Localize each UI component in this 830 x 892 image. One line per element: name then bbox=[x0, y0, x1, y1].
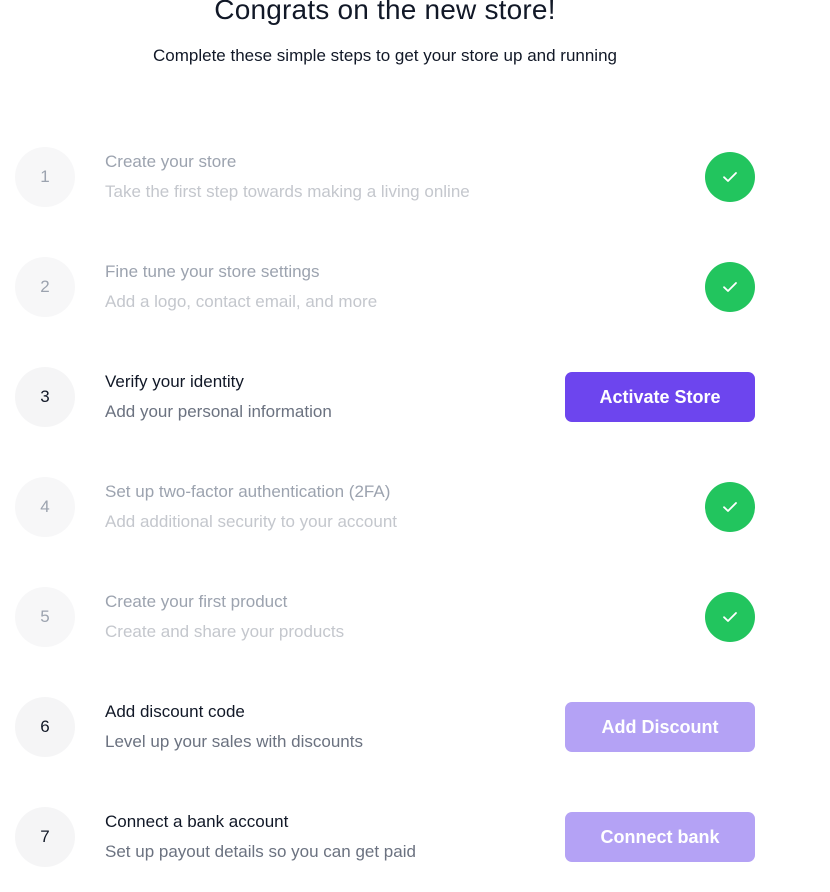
step-text: Create your store Take the first step to… bbox=[105, 150, 470, 202]
step-description: Add your personal information bbox=[105, 402, 332, 421]
step-text: Fine tune your store settings Add a logo… bbox=[105, 260, 377, 312]
check-icon bbox=[705, 482, 755, 532]
check-icon bbox=[705, 262, 755, 312]
step-title: Create your first product bbox=[105, 592, 288, 611]
step-store-settings: 2 Fine tune your store settings Add a lo… bbox=[0, 232, 830, 342]
step-title: Verify your identity bbox=[105, 372, 244, 391]
check-icon bbox=[705, 592, 755, 642]
step-bank-account: 7 Connect a bank account Set up payout d… bbox=[0, 782, 830, 892]
step-text: Connect a bank account Set up payout det… bbox=[105, 810, 416, 862]
step-title: Fine tune your store settings bbox=[105, 262, 320, 281]
step-first-product: 5 Create your first product Create and s… bbox=[0, 562, 830, 672]
step-create-store: 1 Create your store Take the first step … bbox=[0, 122, 830, 232]
step-discount-code: 6 Add discount code Level up your sales … bbox=[0, 672, 830, 782]
step-number-badge: 4 bbox=[15, 477, 75, 537]
page-title: Congrats on the new store! bbox=[214, 0, 556, 25]
step-number-badge: 1 bbox=[15, 147, 75, 207]
step-title: Connect a bank account bbox=[105, 812, 289, 831]
step-text: Set up two-factor authentication (2FA) A… bbox=[105, 480, 397, 532]
step-verify-identity: 3 Verify your identity Add your personal… bbox=[0, 342, 830, 452]
step-two-factor-auth: 4 Set up two-factor authentication (2FA)… bbox=[0, 452, 830, 562]
step-text: Create your first product Create and sha… bbox=[105, 590, 344, 642]
step-description: Set up payout details so you can get pai… bbox=[105, 842, 416, 861]
step-description: Add additional security to your account bbox=[105, 512, 398, 531]
step-description: Create and share your products bbox=[105, 622, 345, 641]
step-number-badge: 6 bbox=[15, 697, 75, 757]
step-text: Add discount code Level up your sales wi… bbox=[105, 700, 363, 752]
step-number-badge: 2 bbox=[15, 257, 75, 317]
step-number-badge: 3 bbox=[15, 367, 75, 427]
check-icon bbox=[705, 152, 755, 202]
step-description: Take the first step towards making a liv… bbox=[105, 182, 470, 201]
connect-bank-button[interactable]: Connect bank bbox=[565, 812, 755, 862]
step-text: Verify your identity Add your personal i… bbox=[105, 370, 332, 422]
step-number-badge: 7 bbox=[15, 807, 75, 867]
step-title: Add discount code bbox=[105, 702, 245, 721]
step-title: Create your store bbox=[105, 152, 237, 171]
step-number-badge: 5 bbox=[15, 587, 75, 647]
step-title: Set up two-factor authentication (2FA) bbox=[105, 482, 391, 501]
step-description: Level up your sales with discounts bbox=[105, 732, 363, 751]
add-discount-button[interactable]: Add Discount bbox=[565, 702, 755, 752]
page-subtitle: Complete these simple steps to get your … bbox=[153, 46, 617, 65]
activate-store-button[interactable]: Activate Store bbox=[565, 372, 755, 422]
step-description: Add a logo, contact email, and more bbox=[105, 292, 378, 311]
